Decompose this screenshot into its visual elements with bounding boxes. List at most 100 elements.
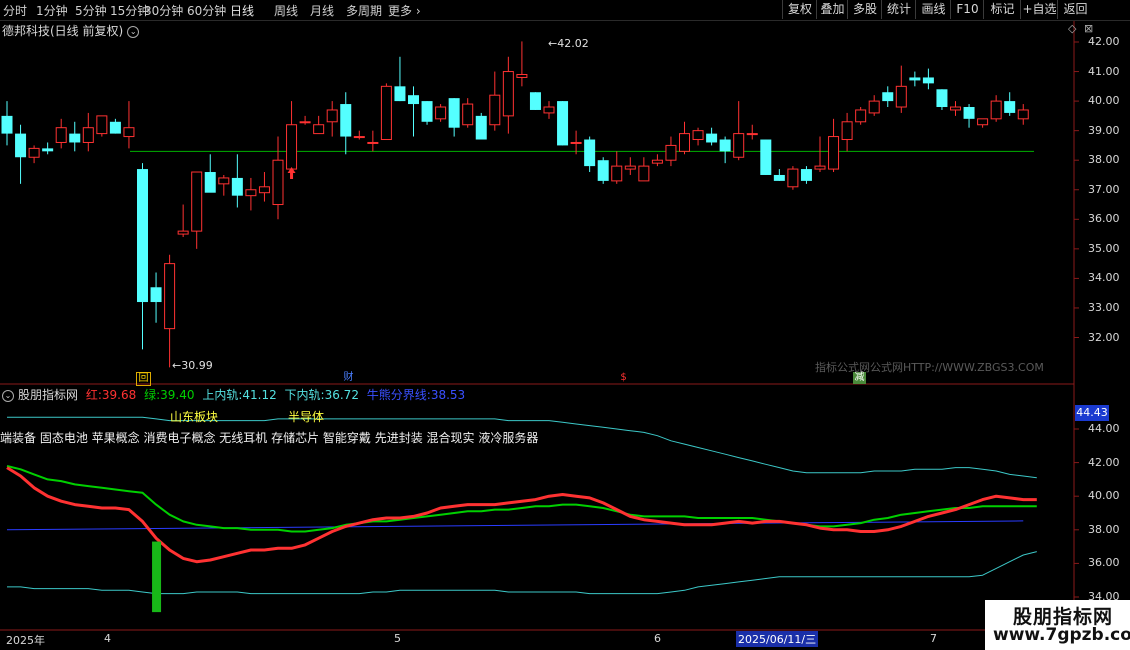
- price-tick-label-9: 33.00: [1088, 300, 1120, 314]
- candle-body-59: [800, 169, 812, 181]
- diamond-icon[interactable]: ◇: [1068, 22, 1076, 35]
- candle-body-62: [841, 121, 853, 141]
- candle-body-29: [394, 86, 406, 102]
- candle-body-41: [557, 101, 569, 146]
- candle-body-47: [638, 165, 650, 182]
- candle-body-26: [353, 136, 365, 139]
- candle-body-33: [448, 98, 460, 128]
- top-toolbar: 分时 1分钟 5分钟 15分钟 30分钟 60分钟 日线 周线 月线 多周期 更多 › 复权 叠加 多股…: [0, 0, 1130, 21]
- candle-body-24: [326, 109, 338, 123]
- candle-body-49: [665, 144, 677, 161]
- toolbar-button-7[interactable]: +自选: [1020, 0, 1058, 19]
- period-tab-9[interactable]: 多周期: [346, 2, 382, 19]
- candle-body-40: [543, 106, 555, 114]
- period-tab-6[interactable]: 日线: [230, 2, 254, 19]
- candle-body-25: [340, 104, 352, 137]
- candle-body-35: [475, 115, 487, 140]
- candle-body-42: [570, 141, 582, 144]
- candle-body-48: [651, 159, 663, 164]
- candle-body-69: [936, 89, 948, 108]
- candle-body-28: [380, 85, 392, 141]
- watermark: 指标公式网公式网HTTP://WWW.ZBGS3.COM: [815, 361, 1044, 374]
- candle-body-67: [909, 77, 921, 81]
- period-tab-4[interactable]: 30分钟: [144, 2, 183, 19]
- signal-bar: [152, 541, 162, 613]
- candle-body-8: [109, 121, 121, 134]
- toolbar-button-2[interactable]: 多股: [847, 0, 882, 19]
- price-tick-label-0: 42.00: [1088, 35, 1120, 48]
- candle-body-9: [123, 127, 135, 138]
- indicator-current-value: 44.43: [1075, 405, 1109, 421]
- candle-body-34: [462, 103, 474, 126]
- bull-bear-divider-line: [6, 520, 1024, 531]
- candle-body-72: [977, 118, 989, 126]
- period-tab-1[interactable]: 1分钟: [36, 2, 68, 19]
- mid-line-legend: 牛熊分界线:38.53: [366, 388, 466, 402]
- candle-body-12: [164, 263, 176, 330]
- candle-body-71: [963, 107, 975, 119]
- period-tab-5[interactable]: 60分钟: [187, 2, 226, 19]
- site-logo: 股朋指标网 www.7gpzb.com: [985, 600, 1130, 650]
- candle-body-46: [624, 165, 636, 170]
- candle-body-64: [868, 100, 880, 114]
- toolbar-button-3[interactable]: 统计: [881, 0, 916, 19]
- candle-body-14: [191, 171, 203, 232]
- ind-tick-label-1: 42.00: [1088, 455, 1120, 469]
- period-tab-0[interactable]: 分时: [3, 2, 27, 19]
- candle-body-39: [529, 92, 541, 110]
- candle-body-53: [719, 139, 731, 152]
- period-tab-10[interactable]: 更多 ›: [388, 2, 421, 19]
- candle-body-55: [746, 133, 758, 136]
- candle-body-15: [204, 172, 216, 193]
- candle-body-10: [137, 169, 148, 303]
- candle-body-32: [435, 106, 447, 120]
- date-cursor-label: 2025/06/11/三: [736, 631, 819, 647]
- ind-tick-label-0: 44.00: [1088, 422, 1120, 435]
- date-label-may: 5: [394, 632, 401, 645]
- date-label-june: 6: [654, 632, 661, 645]
- lower-band-line: [7, 551, 1037, 595]
- stock-title-text: 德邦科技(日线 前复权): [2, 24, 124, 38]
- candle-body-74: [1004, 101, 1016, 113]
- candle-body-50: [679, 133, 690, 152]
- toolbar-button-6[interactable]: 标记: [983, 0, 1021, 19]
- close-icon[interactable]: ⊠: [1084, 22, 1093, 35]
- indicator-settings-icon[interactable]: ⌄: [2, 389, 14, 402]
- candle-body-4: [55, 127, 67, 143]
- event-marker-hui[interactable]: 回: [136, 372, 151, 386]
- price-tick-label-6: 36.00: [1088, 212, 1120, 226]
- period-tab-7[interactable]: 周线: [274, 2, 298, 19]
- candle-body-73: [990, 100, 1002, 120]
- event-marker-cai[interactable]: 财: [342, 372, 355, 384]
- candle-body-27: [367, 141, 379, 144]
- toolbar-button-5[interactable]: F10: [950, 0, 984, 19]
- upper-band-legend: 上内轨:41.12: [202, 388, 277, 402]
- candle-body-21: [286, 124, 298, 170]
- candle-body-51: [692, 130, 704, 141]
- date-label-april: 4: [104, 632, 111, 645]
- settings-icon[interactable]: ⌄: [127, 25, 140, 38]
- candle-body-54: [733, 133, 745, 158]
- candle-body-58: [787, 168, 799, 188]
- high-price-label: ←42.02: [548, 37, 589, 50]
- green-legend: 绿:39.40: [144, 388, 195, 402]
- concept-tags: 端装备 固态电池 苹果概念 消费电子概念 无线耳机 存储芯片 智能穿戴 先进封装…: [0, 431, 539, 445]
- candle-body-6: [82, 127, 94, 143]
- toolbar-button-4[interactable]: 画线: [915, 0, 951, 19]
- lower-band-legend: 下内轨:36.72: [284, 388, 359, 402]
- ind-tick-label-3: 38.00: [1088, 522, 1120, 536]
- toolbar-button-1[interactable]: 叠加: [816, 0, 848, 19]
- period-tab-2[interactable]: 5分钟: [75, 2, 107, 19]
- date-label-july: 7: [930, 632, 937, 645]
- candle-body-60: [814, 165, 826, 170]
- candle-body-2: [28, 147, 40, 158]
- period-tab-8[interactable]: 月线: [310, 2, 334, 19]
- toolbar-button-0[interactable]: 复权: [782, 0, 817, 19]
- candle-body-61: [828, 136, 840, 170]
- indicator-header: ⌄ 股朋指标网 红:39.68 绿:39.40 上内轨:41.12 下内轨:36.…: [2, 386, 465, 403]
- candle-body-30: [408, 95, 419, 105]
- low-price-label: ←30.99: [172, 359, 213, 372]
- event-marker-dollar[interactable]: $: [617, 372, 630, 384]
- candle-body-7: [96, 115, 108, 135]
- toolbar-button-8[interactable]: 返回: [1057, 0, 1093, 19]
